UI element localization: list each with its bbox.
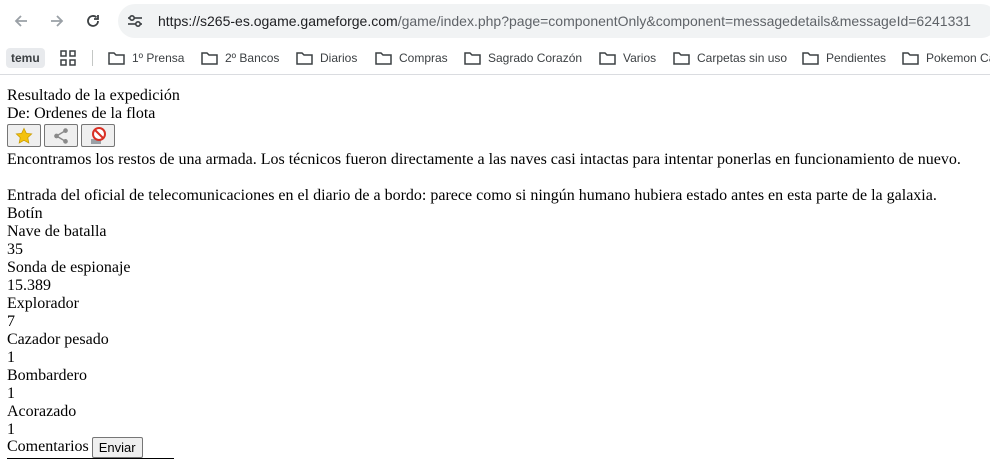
- forward-button[interactable]: [45, 9, 69, 33]
- bookmark-diarios[interactable]: Diarios: [296, 48, 357, 68]
- comment-underline: [7, 458, 174, 459]
- apps-grid-icon[interactable]: [60, 50, 76, 66]
- back-button[interactable]: [9, 9, 33, 33]
- loot-item-name: Explorador: [7, 295, 79, 312]
- share-icon: [54, 127, 68, 144]
- folder-icon: [464, 52, 481, 65]
- folder-icon: [108, 52, 125, 65]
- message-content: Resultado de la expedición De: Ordenes d…: [7, 87, 961, 458]
- arrow-left-icon: [14, 15, 27, 27]
- folder-icon: [802, 52, 819, 65]
- bookmark-pendientes[interactable]: Pendientes: [802, 48, 886, 68]
- loot-item-count: 35: [7, 241, 23, 258]
- message-body-2: Entrada del oficial de telecomunicacione…: [7, 187, 937, 204]
- bookmark-label: Carpetas sin uso: [697, 51, 788, 65]
- bookmark-compras[interactable]: Compras: [375, 48, 448, 68]
- address-bar[interactable]: https://s265-es.ogame.gameforge.com/game…: [118, 4, 990, 38]
- loot-item-count: 1: [7, 385, 15, 402]
- bookmark-pokemon[interactable]: Pokemon Ca: [902, 48, 990, 68]
- loot-heading: Botín: [7, 205, 43, 222]
- bookmark-sagrado-corazon[interactable]: Sagrado Corazón: [464, 48, 582, 68]
- bookmark-carpetas-sin-uso[interactable]: Carpetas sin uso: [673, 48, 787, 68]
- bookmark-temu[interactable]: temu: [6, 48, 45, 68]
- loot-item-name: Acorazado: [7, 403, 77, 420]
- bookmark-label: Pendientes: [826, 51, 887, 65]
- reload-icon: [87, 15, 99, 27]
- folder-icon: [599, 52, 616, 65]
- bookmark-1-prensa[interactable]: 1º Prensa: [108, 48, 184, 68]
- bookmark-label: Compras: [399, 51, 448, 65]
- url-path: /game/index.php?page=componentOnly&compo…: [397, 13, 971, 29]
- bookmark-label: Varios: [623, 51, 657, 65]
- block-icon: [91, 126, 106, 144]
- comments-label: Comentarios: [7, 438, 89, 455]
- message-body-1: Encontramos los restos de una armada. Lo…: [7, 151, 961, 168]
- loot-item-count: 15.389: [7, 277, 51, 294]
- send-button[interactable]: Enviar: [91, 436, 143, 458]
- loot-item-name: Nave de batalla: [7, 223, 107, 240]
- bookmark-varios[interactable]: Varios: [599, 48, 656, 68]
- site-info-icon[interactable]: [126, 12, 144, 30]
- url-text[interactable]: https://s265-es.ogame.gameforge.com/game…: [158, 4, 971, 38]
- bookmark-2-bancos[interactable]: 2º Bancos: [201, 48, 279, 68]
- bookmark-label: 1º Prensa: [132, 51, 185, 65]
- message-title: Resultado de la expedición: [7, 87, 180, 104]
- star-icon: [15, 127, 33, 144]
- folder-icon: [296, 52, 313, 65]
- folder-icon: [201, 52, 218, 65]
- share-button[interactable]: [44, 124, 78, 147]
- loot-item-count: 1: [7, 349, 15, 366]
- bookmark-label: Diarios: [320, 51, 358, 65]
- loot-item-name: Cazador pesado: [7, 331, 109, 348]
- folder-icon: [673, 52, 690, 65]
- bookmark-label: Pokemon Ca: [926, 51, 990, 65]
- folder-icon: [375, 52, 392, 65]
- url-host: https://s265-es.ogame.gameforge.com: [158, 13, 398, 29]
- browser-toolbar: https://s265-es.ogame.gameforge.com/game…: [0, 0, 990, 42]
- favorite-button[interactable]: [7, 124, 41, 147]
- comments-row: Comentarios Enviar: [7, 436, 961, 458]
- loot-item-name: Bombardero: [7, 367, 87, 384]
- loot-item-name: Sonda de espionaje: [7, 259, 131, 276]
- loot-item-count: 7: [7, 313, 15, 330]
- arrow-right-icon: [51, 15, 64, 27]
- bookmarks-bar: temu 1º Prensa 2º Bancos Diarios Compras…: [0, 42, 990, 75]
- folder-icon: [902, 52, 919, 65]
- bookmarks-separator: [92, 50, 93, 66]
- message-actions: [7, 124, 961, 149]
- bookmark-label: Sagrado Corazón: [488, 51, 583, 65]
- block-report-button[interactable]: [81, 124, 115, 147]
- bookmark-label: 2º Bancos: [225, 51, 280, 65]
- message-from: De: Ordenes de la flota: [7, 105, 156, 122]
- reload-button[interactable]: [81, 9, 105, 33]
